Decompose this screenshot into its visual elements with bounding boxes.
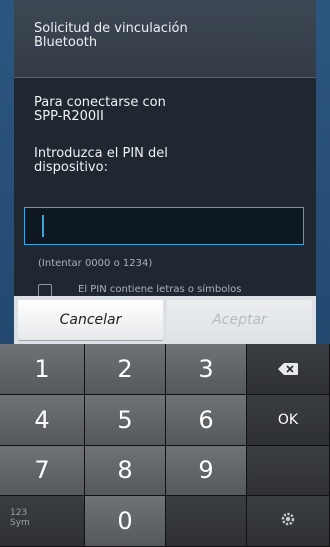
dialog-header: Solicitud de vinculación Bluetooth <box>14 0 316 78</box>
empty-key-2 <box>166 496 247 547</box>
dialog-button-bar: Cancelar Aceptar <box>14 296 316 344</box>
settings-key[interactable] <box>247 496 330 547</box>
key-8[interactable]: 8 <box>85 445 166 497</box>
pin-hint: (Intentar 0000 o 1234) <box>38 258 153 269</box>
key-5[interactable]: 5 <box>85 394 166 446</box>
cancel-button[interactable]: Cancelar <box>18 300 163 340</box>
key-6[interactable]: 6 <box>166 394 247 446</box>
connect-message: Para conectarse con SPP-R200II <box>34 95 166 124</box>
checkbox-label: El PIN contiene letras o símbolos <box>78 284 242 295</box>
key-3[interactable]: 3 <box>166 344 247 395</box>
backspace-icon <box>278 362 298 375</box>
key-2[interactable]: 2 <box>85 344 166 395</box>
text-cursor <box>42 215 44 237</box>
numeric-keyboard: 1 2 3 4 5 6 OK 7 8 9 123 Sym 0 <box>0 344 330 547</box>
backspace-key[interactable] <box>247 344 330 395</box>
ok-key[interactable]: OK <box>247 394 330 446</box>
key-7[interactable]: 7 <box>0 445 85 497</box>
sym-key[interactable]: 123 Sym <box>0 496 85 547</box>
accept-button[interactable]: Aceptar <box>167 300 312 340</box>
gear-icon <box>280 511 296 531</box>
pin-input[interactable] <box>24 207 304 245</box>
key-1[interactable]: 1 <box>0 344 85 395</box>
sym-label: 123 Sym <box>10 508 30 529</box>
key-4[interactable]: 4 <box>0 394 85 446</box>
pin-prompt: Introduzca el PIN del dispositivo: <box>34 146 168 175</box>
key-0[interactable]: 0 <box>85 496 166 547</box>
bluetooth-pairing-dialog: Solicitud de vinculación Bluetooth Para … <box>14 0 316 300</box>
dialog-title: Solicitud de vinculación Bluetooth <box>34 21 188 50</box>
dialog-body: Para conectarse con SPP-R200II Introduzc… <box>14 78 316 175</box>
key-9[interactable]: 9 <box>166 445 247 497</box>
empty-key <box>247 445 330 497</box>
